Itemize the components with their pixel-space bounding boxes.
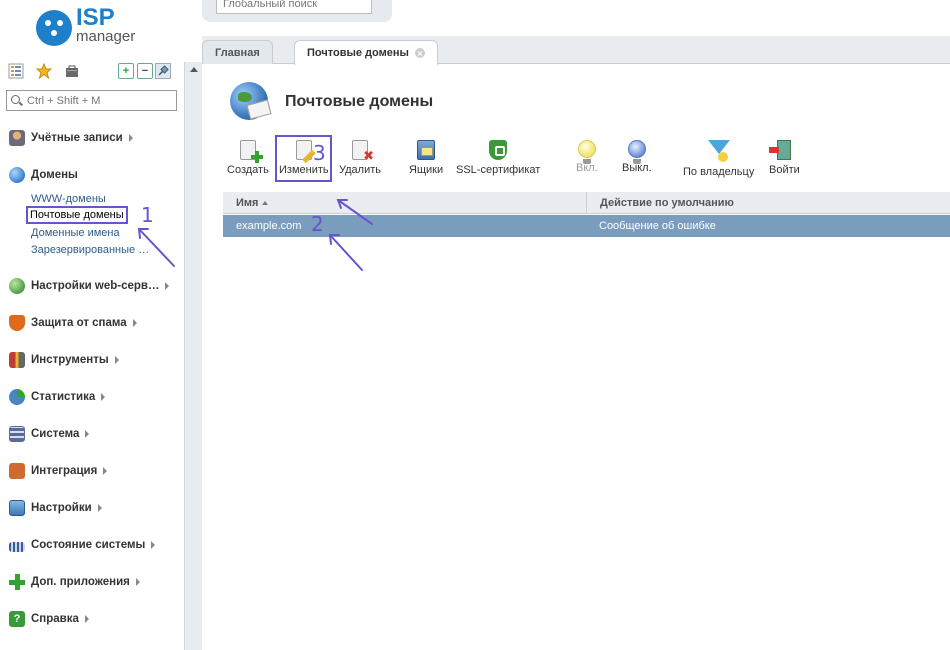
annotation-arrows	[137, 199, 373, 271]
arrow-1	[138, 228, 175, 267]
arrow-3	[337, 199, 373, 225]
arrow-2	[329, 234, 363, 271]
